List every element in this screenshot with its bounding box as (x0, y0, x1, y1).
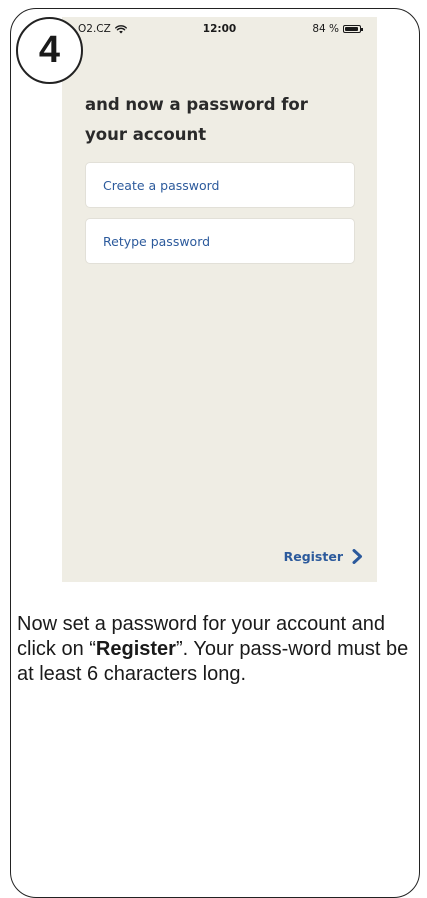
status-battery: 84 % (312, 23, 363, 35)
instruction-register-bold: Register (95, 638, 176, 660)
battery-percentage: 84 % (312, 23, 339, 35)
register-button[interactable]: Register (284, 549, 363, 564)
register-label: Register (283, 549, 343, 564)
step-number: 4 (38, 29, 61, 71)
screen-heading: and now a password for your account (85, 90, 345, 150)
create-password-input[interactable] (101, 176, 339, 194)
instruction-text: Now set a password for your account and … (17, 612, 412, 687)
battery-icon (343, 25, 363, 33)
status-bar: O2.CZ 12:00 84 % (62, 17, 377, 41)
chevron-right-icon (352, 549, 362, 564)
retype-password-input[interactable] (101, 232, 339, 250)
heading-line-1: and now a password for (85, 95, 308, 114)
phone-screenshot: O2.CZ 12:00 84 % and now a password for … (62, 17, 377, 582)
step-number-badge: 4 (16, 17, 83, 84)
retype-password-field[interactable] (85, 218, 355, 264)
create-password-field[interactable] (85, 162, 355, 208)
heading-line-2: your account (85, 125, 207, 144)
